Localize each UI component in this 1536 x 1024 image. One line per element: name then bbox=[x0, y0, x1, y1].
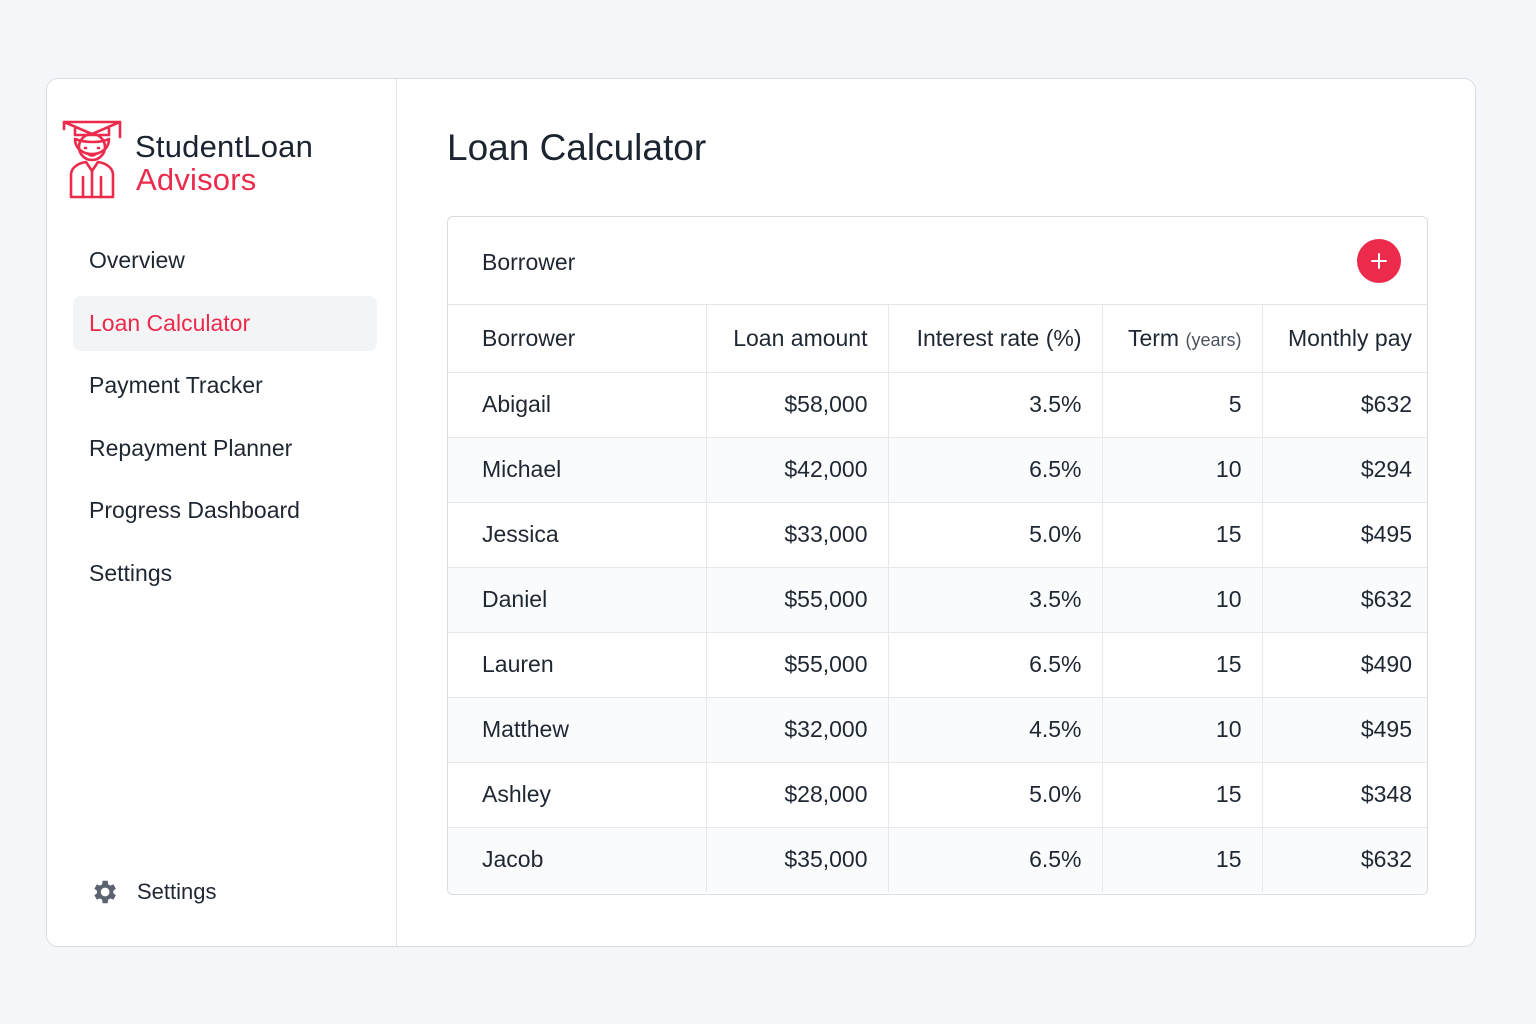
cell-interest-rate: 4.5% bbox=[888, 697, 1103, 763]
column-header-interest-rate[interactable]: Interest rate (%) bbox=[888, 305, 1103, 373]
main-content: Loan Calculator Borrower Borrower Loan a… bbox=[397, 79, 1475, 946]
column-header-term[interactable]: Term (years) bbox=[1102, 305, 1263, 373]
sidebar: StudentLoan Advisors Overview Loan Calcu… bbox=[47, 79, 397, 946]
cell-term: 10 bbox=[1102, 567, 1263, 633]
term-label: Term bbox=[1127, 324, 1180, 351]
sidebar-item-repayment-planner[interactable]: Repayment Planner bbox=[73, 421, 377, 476]
graduate-icon bbox=[62, 120, 122, 199]
cell-loan-amount: $32,000 bbox=[706, 697, 889, 763]
column-header-loan-amount[interactable]: Loan amount bbox=[706, 305, 889, 373]
cell-term: 10 bbox=[1102, 697, 1263, 763]
table-row[interactable]: Abigail $58,000 3.5% 5 $632 bbox=[448, 372, 1427, 438]
cell-monthly-pay: $632 bbox=[1262, 827, 1427, 892]
table-row[interactable]: Ashley $28,000 5.0% 15 $348 bbox=[448, 762, 1427, 828]
cell-borrower: Jacob bbox=[448, 827, 707, 892]
cell-borrower: Ashley bbox=[448, 762, 707, 828]
cell-term: 15 bbox=[1102, 762, 1263, 828]
cell-interest-rate: 3.5% bbox=[888, 372, 1103, 438]
table-row[interactable]: Jacob $35,000 6.5% 15 $632 bbox=[448, 827, 1427, 892]
cell-term: 5 bbox=[1102, 372, 1263, 438]
sidebar-nav: Overview Loan Calculator Payment Tracker… bbox=[73, 233, 377, 608]
page-title: Loan Calculator bbox=[447, 127, 707, 168]
cell-monthly-pay: $495 bbox=[1262, 697, 1427, 763]
brand-subtitle: Advisors bbox=[136, 162, 257, 197]
plus-icon bbox=[1371, 253, 1387, 269]
cell-borrower: Daniel bbox=[448, 567, 707, 633]
table-row[interactable]: Jessica $33,000 5.0% 15 $495 bbox=[448, 502, 1427, 568]
cell-monthly-pay: $495 bbox=[1262, 502, 1427, 568]
table-row[interactable]: Matthew $32,000 4.5% 10 $495 bbox=[448, 697, 1427, 763]
column-header-borrower[interactable]: Borrower bbox=[448, 305, 707, 373]
cell-monthly-pay: $490 bbox=[1262, 632, 1427, 698]
footer-settings-button[interactable]: Settings bbox=[89, 877, 217, 907]
cell-monthly-pay: $632 bbox=[1262, 567, 1427, 633]
cell-borrower: Matthew bbox=[448, 697, 707, 763]
cell-interest-rate: 5.0% bbox=[888, 762, 1103, 828]
cell-loan-amount: $33,000 bbox=[706, 502, 889, 568]
cell-loan-amount: $55,000 bbox=[706, 632, 889, 698]
brand-name: StudentLoan bbox=[135, 129, 314, 164]
app-window: StudentLoan Advisors Overview Loan Calcu… bbox=[46, 78, 1476, 947]
gear-icon bbox=[94, 880, 116, 904]
cell-interest-rate: 5.0% bbox=[888, 502, 1103, 568]
cell-monthly-pay: $294 bbox=[1262, 437, 1427, 503]
add-borrower-button[interactable] bbox=[1357, 239, 1401, 283]
cell-borrower: Jessica bbox=[448, 502, 707, 568]
table-row[interactable]: Daniel $55,000 3.5% 10 $632 bbox=[448, 567, 1427, 633]
cell-borrower: Abigail bbox=[448, 372, 707, 438]
card-title: Borrower bbox=[482, 249, 576, 275]
borrower-card: Borrower Borrower Loan amount Interest r… bbox=[447, 216, 1428, 895]
cell-loan-amount: $55,000 bbox=[706, 567, 889, 633]
cell-interest-rate: 6.5% bbox=[888, 437, 1103, 503]
table-header-row: Borrower Loan amount Interest rate (%) T… bbox=[448, 305, 1427, 373]
cell-borrower: Michael bbox=[448, 437, 707, 503]
table-row[interactable]: Michael $42,000 6.5% 10 $294 bbox=[448, 437, 1427, 503]
cell-borrower: Lauren bbox=[448, 632, 707, 698]
cell-term: 15 bbox=[1102, 632, 1263, 698]
cell-loan-amount: $58,000 bbox=[706, 372, 889, 438]
cell-loan-amount: $35,000 bbox=[706, 827, 889, 892]
card-header: Borrower bbox=[448, 217, 1427, 305]
footer-settings-label: Settings bbox=[137, 879, 217, 904]
cell-term: 15 bbox=[1102, 827, 1263, 892]
sidebar-item-loan-calculator[interactable]: Loan Calculator bbox=[73, 295, 377, 351]
cell-loan-amount: $42,000 bbox=[706, 437, 889, 503]
brand: StudentLoan Advisors bbox=[61, 115, 391, 205]
cell-term: 15 bbox=[1102, 502, 1263, 568]
cell-monthly-pay: $348 bbox=[1262, 762, 1427, 828]
table-row[interactable]: Lauren $55,000 6.5% 15 $490 bbox=[448, 632, 1427, 698]
cell-monthly-pay: $632 bbox=[1262, 372, 1427, 438]
cell-term: 10 bbox=[1102, 437, 1263, 503]
cell-interest-rate: 3.5% bbox=[888, 567, 1103, 633]
sidebar-item-settings[interactable]: Settings bbox=[73, 546, 377, 601]
loan-table: Borrower Loan amount Interest rate (%) T… bbox=[448, 305, 1427, 892]
cell-loan-amount: $28,000 bbox=[706, 762, 889, 828]
term-unit: (years) bbox=[1185, 329, 1242, 350]
column-header-monthly-pay[interactable]: Monthly pay bbox=[1262, 305, 1427, 373]
cell-interest-rate: 6.5% bbox=[888, 632, 1103, 698]
sidebar-item-payment-tracker[interactable]: Payment Tracker bbox=[73, 358, 377, 413]
sidebar-item-overview[interactable]: Overview bbox=[73, 233, 377, 288]
cell-interest-rate: 6.5% bbox=[888, 827, 1103, 892]
sidebar-item-progress-dashboard[interactable]: Progress Dashboard bbox=[73, 483, 377, 538]
